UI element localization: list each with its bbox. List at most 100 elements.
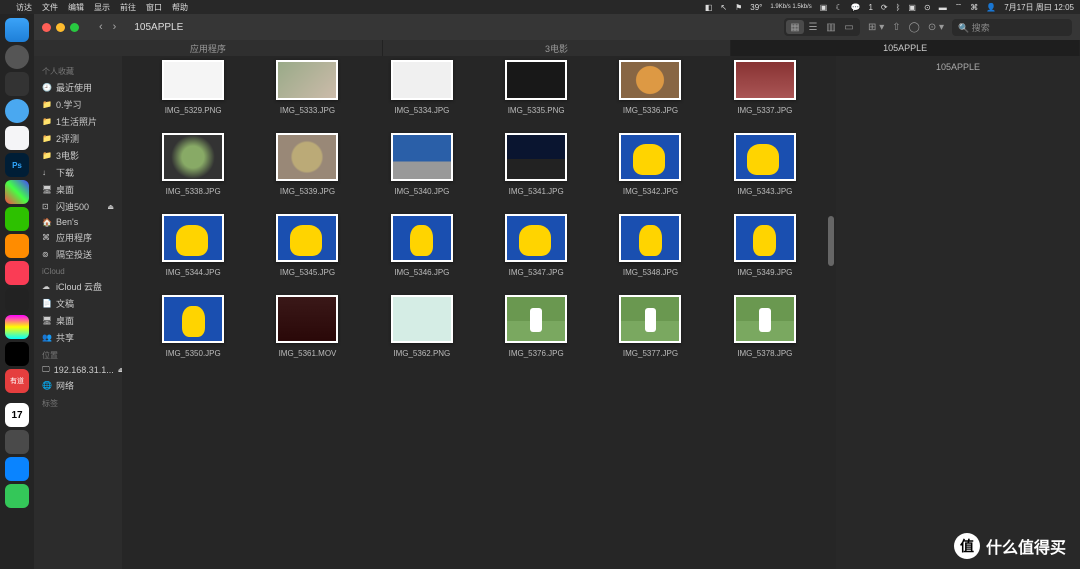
status-wifi-icon[interactable]: ⌔	[955, 2, 963, 12]
file-thumbnail[interactable]	[391, 60, 453, 100]
dock-app-orange[interactable]	[5, 234, 29, 258]
file-item[interactable]: IMG_5378.JPG	[714, 295, 816, 358]
scrollbar-thumb[interactable]	[828, 216, 834, 266]
file-item[interactable]: IMG_5333.JPG	[256, 56, 358, 115]
status-user-icon[interactable]: 👤	[986, 3, 996, 12]
status-bluetooth-icon[interactable]: ᛒ	[896, 3, 901, 12]
file-thumbnail[interactable]	[162, 60, 224, 100]
status-control-center-icon[interactable]: ⌘	[970, 3, 978, 12]
sidebar-item[interactable]: ⌘应用程序	[38, 229, 118, 246]
sidebar-item[interactable]: 🏠Ben's	[38, 215, 118, 229]
file-thumbnail[interactable]	[391, 133, 453, 181]
file-item[interactable]: IMG_5344.JPG	[142, 214, 244, 277]
view-icon-button[interactable]: ▦	[786, 20, 804, 34]
file-thumbnail[interactable]	[162, 214, 224, 262]
file-thumbnail[interactable]	[276, 295, 338, 343]
sidebar-item[interactable]: 🕘最近使用	[38, 79, 118, 96]
file-item[interactable]: IMG_5345.JPG	[256, 214, 358, 277]
minimize-button[interactable]	[56, 23, 65, 32]
dock-calendar[interactable]: 17	[5, 403, 29, 427]
dock-video-editor[interactable]	[5, 288, 29, 312]
file-item[interactable]: IMG_5362.PNG	[371, 295, 473, 358]
file-thumbnail[interactable]	[162, 295, 224, 343]
file-thumbnail[interactable]	[505, 214, 567, 262]
tab-0[interactable]: 应用程序	[34, 40, 383, 56]
sidebar-item[interactable]: 📁2评测	[38, 130, 118, 147]
maximize-button[interactable]	[70, 23, 79, 32]
status-battery-icon[interactable]: ▬	[939, 3, 947, 12]
file-item[interactable]: IMG_5335.PNG	[485, 56, 587, 115]
view-gallery-button[interactable]: ▭	[840, 20, 858, 34]
file-item[interactable]: IMG_5347.JPG	[485, 214, 587, 277]
view-list-button[interactable]: ☰	[804, 20, 822, 34]
file-item[interactable]: IMG_5361.MOV	[256, 295, 358, 358]
sidebar-item[interactable]: 📁3电影	[38, 147, 118, 164]
nav-forward-button[interactable]: ›	[113, 21, 117, 33]
file-thumbnail[interactable]	[505, 60, 567, 100]
sidebar-item[interactable]: 🖵192.168.31.1...⏏	[38, 363, 118, 377]
sidebar-item[interactable]: ☁iCloud 云盘	[38, 278, 118, 295]
menu-help[interactable]: 帮助	[172, 2, 188, 13]
sidebar-item[interactable]: 🖥桌面	[38, 312, 118, 329]
file-thumbnail[interactable]	[276, 214, 338, 262]
actions-button[interactable]: ⊙ ▾	[928, 22, 944, 33]
file-item[interactable]: IMG_5334.JPG	[371, 56, 473, 115]
status-temperature[interactable]: 39°	[750, 3, 762, 12]
dock-app-green[interactable]	[5, 484, 29, 508]
eject-icon[interactable]: ⏏	[107, 203, 114, 211]
file-thumbnail[interactable]	[619, 214, 681, 262]
sidebar-item[interactable]: 📁0.学习	[38, 96, 118, 113]
app-menu[interactable]: 访达	[16, 2, 32, 13]
file-thumbnail[interactable]	[391, 214, 453, 262]
file-item[interactable]: IMG_5338.JPG	[142, 133, 244, 196]
file-item[interactable]: IMG_5342.JPG	[599, 133, 701, 196]
status-network-speed[interactable]: 1.9Kb/s 1.5kb/s	[770, 4, 811, 11]
dock-youdao[interactable]: 有道	[5, 369, 29, 393]
dock-app-colorful[interactable]	[5, 180, 29, 204]
file-item[interactable]: IMG_5336.JPG	[599, 56, 701, 115]
file-thumbnail[interactable]	[276, 133, 338, 181]
status-indicator-icon[interactable]: ◧	[705, 3, 713, 12]
dock-wechat[interactable]	[5, 207, 29, 231]
view-column-button[interactable]: ▥	[822, 20, 840, 34]
menu-window[interactable]: 窗口	[146, 2, 162, 13]
file-item[interactable]: IMG_5337.JPG	[714, 56, 816, 115]
nav-back-button[interactable]: ‹	[99, 21, 103, 33]
scrollbar-track[interactable]	[828, 56, 834, 569]
share-button[interactable]: ⇧	[892, 22, 900, 33]
file-thumbnail[interactable]	[734, 133, 796, 181]
sidebar-item[interactable]: ↓下载	[38, 164, 118, 181]
file-thumbnail[interactable]	[619, 60, 681, 100]
close-button[interactable]	[42, 23, 51, 32]
dock-settings[interactable]	[5, 45, 29, 69]
file-item[interactable]: IMG_5346.JPG	[371, 214, 473, 277]
status-flag-icon[interactable]: ⚑	[735, 3, 742, 12]
sidebar-item[interactable]: 🖥桌面	[38, 181, 118, 198]
file-item[interactable]: IMG_5343.JPG	[714, 133, 816, 196]
file-thumbnail[interactable]	[734, 60, 796, 100]
status-display-icon[interactable]: ▣	[908, 3, 916, 12]
sidebar-item[interactable]: 📄文稿	[38, 295, 118, 312]
status-datetime[interactable]: 7月17日 周曰 12:05	[1004, 2, 1074, 13]
status-arrow-icon[interactable]: ↖	[720, 3, 727, 12]
file-thumbnail[interactable]	[162, 133, 224, 181]
group-button[interactable]: ⊞ ▾	[868, 22, 884, 33]
file-item[interactable]: IMG_5341.JPG	[485, 133, 587, 196]
menu-edit[interactable]: 编辑	[68, 2, 84, 13]
dock-app-bird[interactable]	[5, 99, 29, 123]
file-thumbnail[interactable]	[505, 133, 567, 181]
status-clock-icon[interactable]: ⊙	[924, 3, 931, 12]
file-thumbnail[interactable]	[505, 295, 567, 343]
dock-app-black[interactable]	[5, 342, 29, 366]
status-sync-icon[interactable]: ⟳	[881, 3, 888, 12]
file-thumbnail[interactable]	[391, 295, 453, 343]
file-item[interactable]: IMG_5348.JPG	[599, 214, 701, 277]
dock-app-store[interactable]	[5, 457, 29, 481]
file-thumbnail[interactable]	[619, 133, 681, 181]
menu-go[interactable]: 前往	[120, 2, 136, 13]
tab-1[interactable]: 3电影	[383, 40, 732, 56]
status-badge-count[interactable]: 1	[868, 3, 872, 12]
dock-app-rainbow[interactable]	[5, 315, 29, 339]
dock-finder[interactable]	[5, 18, 29, 42]
file-item[interactable]: IMG_5377.JPG	[599, 295, 701, 358]
